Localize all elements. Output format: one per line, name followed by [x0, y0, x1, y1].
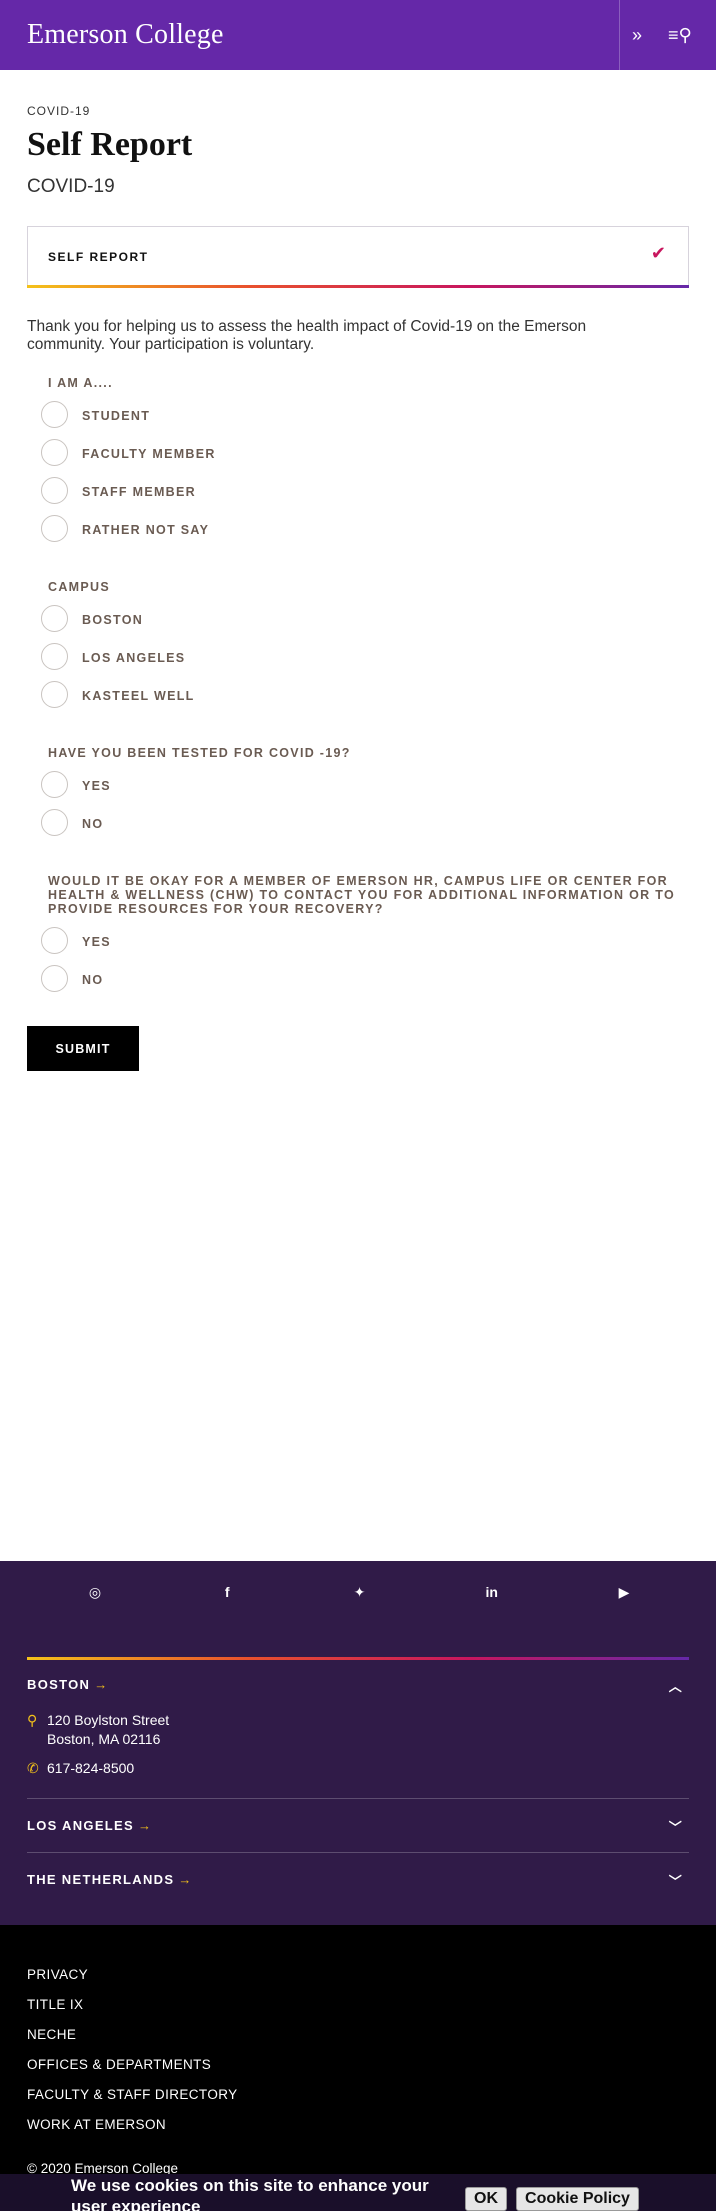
option-label: YES — [82, 779, 111, 793]
arrow-right-icon: → — [94, 1677, 109, 1692]
footer-link-title-ix[interactable]: TITLE IX — [27, 1997, 83, 2012]
option-label: KASTEEL WELL — [82, 689, 195, 703]
radio-button[interactable] — [41, 771, 68, 798]
question-tested: HAVE YOU BEEN TESTED FOR COVID -19? — [48, 746, 351, 760]
boston-address: ⚲ 120 Boylston Street Boston, MA 02116 — [27, 1711, 169, 1749]
page-title: Self Report — [27, 126, 193, 163]
option-label: BOSTON — [82, 613, 144, 627]
main-content: COVID-19 Self Report COVID-19 SELF REPOR… — [0, 104, 716, 1071]
footer-link-directory[interactable]: FACULTY & STAFF DIRECTORY — [27, 2087, 238, 2102]
campus-boston[interactable]: BOSTON → ︿ — [27, 1676, 689, 1695]
option-label: STUDENT — [82, 409, 151, 423]
cookie-message: We use cookies on this site to enhance y… — [71, 2176, 429, 2211]
campus-name: BOSTON — [27, 1677, 91, 1692]
radio-button[interactable] — [41, 809, 68, 836]
header-divider — [619, 0, 620, 70]
campus-name: THE NETHERLANDS — [27, 1872, 175, 1887]
brand-logo[interactable]: Emerson College — [27, 19, 224, 51]
footer-gradient-bar — [27, 1657, 689, 1660]
submit-button[interactable]: SUBMIT — [27, 1026, 139, 1071]
intro-text: Thank you for helping us to assess the h… — [27, 318, 587, 353]
option-label: STAFF MEMBER — [82, 485, 196, 499]
chevron-down-icon[interactable]: ﹀ — [669, 1817, 683, 1836]
cookie-banner: We use cookies on this site to enhance y… — [0, 2174, 716, 2211]
campus-name: LOS ANGELES — [27, 1818, 134, 1833]
option-label: NO — [82, 817, 104, 831]
phone-icon: ✆ — [27, 1760, 39, 1776]
option-label: FACULTY MEMBER — [82, 447, 216, 461]
twitter-icon[interactable]: ✦ — [350, 1584, 370, 1601]
cookie-ok-button[interactable]: OK — [465, 2187, 507, 2211]
phone-number: 617-824-8500 — [47, 1760, 135, 1776]
question-contact: WOULD IT BE OKAY FOR A MEMBER OF EMERSON… — [48, 874, 675, 916]
social-links: ◎ f ✦ in ▶ — [0, 1584, 716, 1601]
campus-netherlands[interactable]: THE NETHERLANDS → ﹀ — [27, 1871, 689, 1890]
question-campus: CAMPUS — [48, 580, 110, 594]
menu-search-icon[interactable]: ≡⚲ — [668, 22, 692, 48]
chevron-down-icon[interactable]: ﹀ — [669, 1871, 683, 1890]
option-los-angeles[interactable]: LOS ANGELES — [41, 643, 689, 670]
footer-link-neche[interactable]: NECHE — [27, 2027, 76, 2042]
address-line-2: Boston, MA 02116 — [47, 1731, 161, 1747]
facebook-icon[interactable]: f — [217, 1584, 237, 1601]
youtube-icon[interactable]: ▶ — [614, 1584, 634, 1601]
option-staff-member[interactable]: STAFF MEMBER — [41, 477, 689, 504]
radio-button[interactable] — [41, 401, 68, 428]
accordion-label: SELF REPORT — [48, 250, 149, 264]
option-label: NO — [82, 973, 104, 987]
site-header: Emerson College » ≡⚲ — [0, 0, 716, 70]
campus-los-angeles[interactable]: LOS ANGELES → ﹀ — [27, 1817, 689, 1836]
radio-button[interactable] — [41, 515, 68, 542]
option-tested-yes[interactable]: YES — [41, 771, 689, 798]
option-label: LOS ANGELES — [82, 651, 186, 665]
chevron-up-icon[interactable]: ︿ — [669, 1676, 683, 1695]
option-faculty-member[interactable]: FACULTY MEMBER — [41, 439, 689, 466]
radio-button[interactable] — [41, 477, 68, 504]
radio-button[interactable] — [41, 605, 68, 632]
question-role: I AM A.... — [48, 376, 113, 390]
self-report-accordion[interactable]: SELF REPORT ✔ — [27, 226, 689, 288]
radio-button[interactable] — [41, 439, 68, 466]
footer-divider — [27, 1852, 689, 1853]
forward-arrows-icon[interactable]: » — [632, 22, 642, 48]
footer-link-privacy[interactable]: PRIVACY — [27, 1967, 88, 1982]
footer-link-work[interactable]: WORK AT EMERSON — [27, 2117, 166, 2132]
chevron-down-icon: ✔ — [650, 243, 666, 263]
radio-button[interactable] — [41, 643, 68, 670]
arrow-right-icon: → — [138, 1818, 153, 1833]
location-pin-icon: ⚲ — [27, 1712, 38, 1728]
address-line-1: 120 Boylston Street — [47, 1712, 170, 1728]
boston-phone[interactable]: ✆ 617-824-8500 — [27, 1759, 134, 1778]
breadcrumb[interactable]: COVID-19 — [27, 104, 689, 118]
accordion-gradient-bar — [27, 285, 689, 288]
option-kasteel-well[interactable]: KASTEEL WELL — [41, 681, 689, 708]
arrow-right-icon: → — [178, 1872, 193, 1887]
option-contact-yes[interactable]: YES — [41, 927, 689, 954]
footer-divider — [27, 1798, 689, 1799]
option-label: RATHER NOT SAY — [82, 523, 210, 537]
radio-button[interactable] — [41, 681, 68, 708]
page-subtitle: COVID-19 — [27, 176, 115, 197]
option-boston[interactable]: BOSTON — [41, 605, 689, 632]
option-contact-no[interactable]: NO — [41, 965, 689, 992]
site-footer: ◎ f ✦ in ▶ BOSTON → ︿ ⚲ 120 Boylston Stree… — [0, 1561, 716, 1925]
footer-links-section: PRIVACY TITLE IX NECHE OFFICES & DEPARTM… — [0, 1925, 716, 2211]
option-rather-not-say[interactable]: RATHER NOT SAY — [41, 515, 689, 542]
cookie-policy-button[interactable]: Cookie Policy — [516, 2187, 639, 2211]
radio-button[interactable] — [41, 965, 68, 992]
instagram-icon[interactable]: ◎ — [85, 1584, 105, 1601]
linkedin-icon[interactable]: in — [482, 1584, 502, 1601]
footer-link-offices[interactable]: OFFICES & DEPARTMENTS — [27, 2057, 211, 2072]
option-student[interactable]: STUDENT — [41, 401, 689, 428]
radio-button[interactable] — [41, 927, 68, 954]
option-label: YES — [82, 935, 111, 949]
option-tested-no[interactable]: NO — [41, 809, 689, 836]
self-report-form: I AM A.... STUDENT FACULTY MEMBER STAFF … — [27, 376, 689, 1071]
